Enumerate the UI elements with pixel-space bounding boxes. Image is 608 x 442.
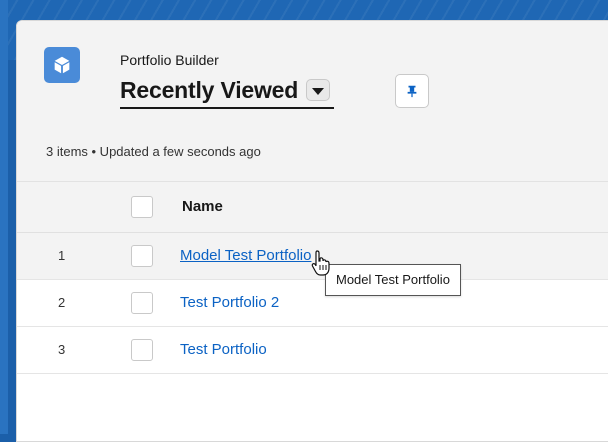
row-number: 2 (58, 295, 66, 310)
row-number: 1 (58, 248, 66, 263)
hand-cursor-icon (311, 250, 330, 276)
pin-icon (407, 85, 417, 98)
chevron-down-icon[interactable] (306, 79, 331, 101)
record-link[interactable]: Test Portfolio (180, 327, 267, 373)
row-checkbox[interactable] (131, 245, 153, 267)
list-view-title: Recently Viewed (120, 76, 299, 103)
table-row[interactable]: 2 Test Portfolio 2 (17, 280, 608, 327)
list-view-card: Portfolio Builder Recently Viewed 3 item… (16, 20, 608, 442)
list-status-text: 3 items • Updated a few seconds ago (46, 144, 261, 159)
object-label: Portfolio Builder (120, 52, 219, 68)
link-tooltip: Model Test Portfolio (325, 264, 461, 296)
pin-button[interactable] (395, 74, 429, 108)
row-checkbox[interactable] (131, 339, 153, 361)
row-checkbox[interactable] (131, 292, 153, 314)
list-view-header: Portfolio Builder Recently Viewed 3 item… (17, 21, 608, 182)
row-number: 3 (58, 342, 66, 357)
left-edge (0, 0, 8, 434)
record-link[interactable]: Test Portfolio 2 (180, 280, 279, 326)
select-all-checkbox[interactable] (131, 196, 153, 218)
table-header: Name (17, 182, 608, 233)
record-link[interactable]: Model Test Portfolio (180, 233, 311, 279)
table-row[interactable]: 3 Test Portfolio (17, 327, 608, 374)
list-view-selector[interactable]: Recently Viewed (120, 73, 335, 109)
column-header-name[interactable]: Name (182, 182, 223, 232)
cube-icon (44, 47, 80, 83)
